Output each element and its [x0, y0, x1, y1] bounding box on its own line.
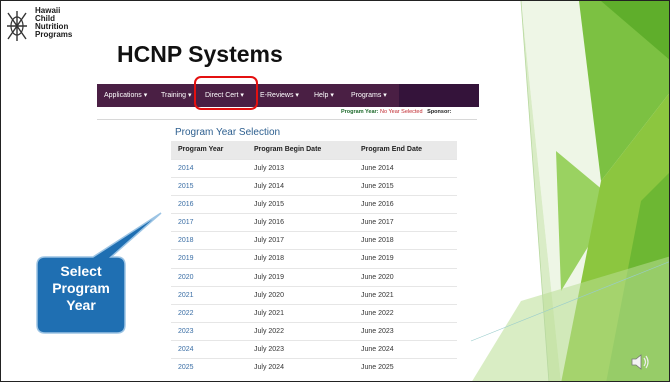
speaker-icon[interactable] [629, 351, 651, 373]
callout-bubble [36, 212, 162, 334]
callout-line: Program [52, 280, 110, 296]
slide: Hawaii Child Nutrition Programs HCNP Sys… [0, 0, 670, 382]
callout-line: Select [60, 263, 102, 279]
callout-text: Select Program Year [41, 263, 121, 314]
callout-line: Year [66, 297, 96, 313]
